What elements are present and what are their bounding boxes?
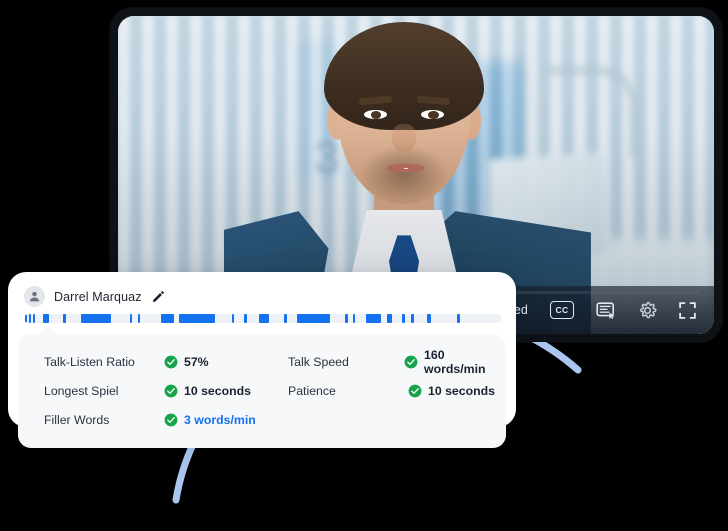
- closed-captions-button[interactable]: CC: [550, 301, 574, 319]
- talk-timeline[interactable]: [24, 314, 502, 323]
- closed-captions-icon: CC: [550, 301, 574, 319]
- check-circle-icon: [164, 355, 178, 369]
- metric-value: 57%: [164, 355, 209, 369]
- card-header: Darrel Marquaz: [8, 272, 516, 307]
- metric-value-text: 57%: [184, 355, 209, 369]
- fullscreen-button[interactable]: [679, 302, 696, 319]
- talk-segment: [33, 314, 35, 323]
- talk-segment: [457, 314, 459, 323]
- conversation-analytics-card: Darrel Marquaz Talk-Listen Ratio 57% Tal…: [8, 272, 516, 427]
- talk-segment: [130, 314, 132, 323]
- talk-segment: [427, 314, 431, 323]
- metric-label: Longest Spiel: [44, 384, 164, 398]
- metric-value: 10 seconds: [408, 384, 495, 398]
- talk-segment: [387, 314, 392, 323]
- talk-segment: [81, 314, 111, 323]
- talk-segment: [43, 314, 50, 323]
- talk-segment: [63, 314, 65, 323]
- metric-value: 160 words/min: [404, 348, 506, 376]
- metric-value-text: 3 words/min: [184, 413, 256, 427]
- speaker-name: Darrel Marquaz: [54, 290, 142, 304]
- check-circle-icon: [404, 355, 418, 369]
- metric-row: Talk Speed 160 words/min: [262, 347, 506, 376]
- metric-value[interactable]: 3 words/min: [164, 413, 256, 427]
- talk-segment: [259, 314, 269, 323]
- talk-segment: [161, 314, 174, 323]
- subtitles-add-button[interactable]: [596, 301, 616, 319]
- metric-row: Talk-Listen Ratio 57%: [18, 347, 262, 376]
- metric-row: Patience 10 seconds: [262, 376, 506, 405]
- talk-segment: [402, 314, 405, 323]
- talk-segment: [232, 314, 234, 323]
- talk-segment: [297, 314, 330, 323]
- talk-segment: [179, 314, 215, 323]
- metrics-grid: Talk-Listen Ratio 57% Talk Speed 1: [18, 347, 506, 434]
- avatar: [24, 286, 45, 307]
- metric-value: 10 seconds: [164, 384, 251, 398]
- pencil-icon[interactable]: [151, 290, 165, 304]
- talk-segment: [244, 314, 248, 323]
- fullscreen-icon: [679, 302, 696, 319]
- metric-row: Longest Spiel 10 seconds: [18, 376, 262, 405]
- talk-segment: [138, 314, 140, 323]
- talk-segment: [284, 314, 287, 323]
- metric-value-text: 10 seconds: [184, 384, 251, 398]
- metric-row: Filler Words 3 words/min: [18, 405, 262, 434]
- subtitles-add-icon: [596, 301, 616, 319]
- settings-gear-icon: [638, 301, 657, 320]
- talk-segment: [411, 314, 414, 323]
- check-circle-icon: [164, 413, 178, 427]
- talk-segment: [25, 314, 27, 323]
- metric-value-text: 10 seconds: [428, 384, 495, 398]
- metric-label: Talk Speed: [288, 355, 404, 369]
- check-circle-icon: [164, 384, 178, 398]
- person-icon: [28, 290, 41, 303]
- talk-segment: [353, 314, 356, 323]
- metric-label: Filler Words: [44, 413, 164, 427]
- settings-button[interactable]: [638, 301, 657, 320]
- check-circle-icon: [408, 384, 422, 398]
- talk-segment: [29, 314, 31, 323]
- metric-label: Talk-Listen Ratio: [44, 355, 164, 369]
- metric-value-text: 160 words/min: [424, 348, 506, 376]
- metric-label: Patience: [288, 384, 408, 398]
- metrics-panel: Talk-Listen Ratio 57% Talk Speed 1: [18, 334, 506, 448]
- talk-segment: [345, 314, 348, 323]
- talk-segment: [366, 314, 381, 323]
